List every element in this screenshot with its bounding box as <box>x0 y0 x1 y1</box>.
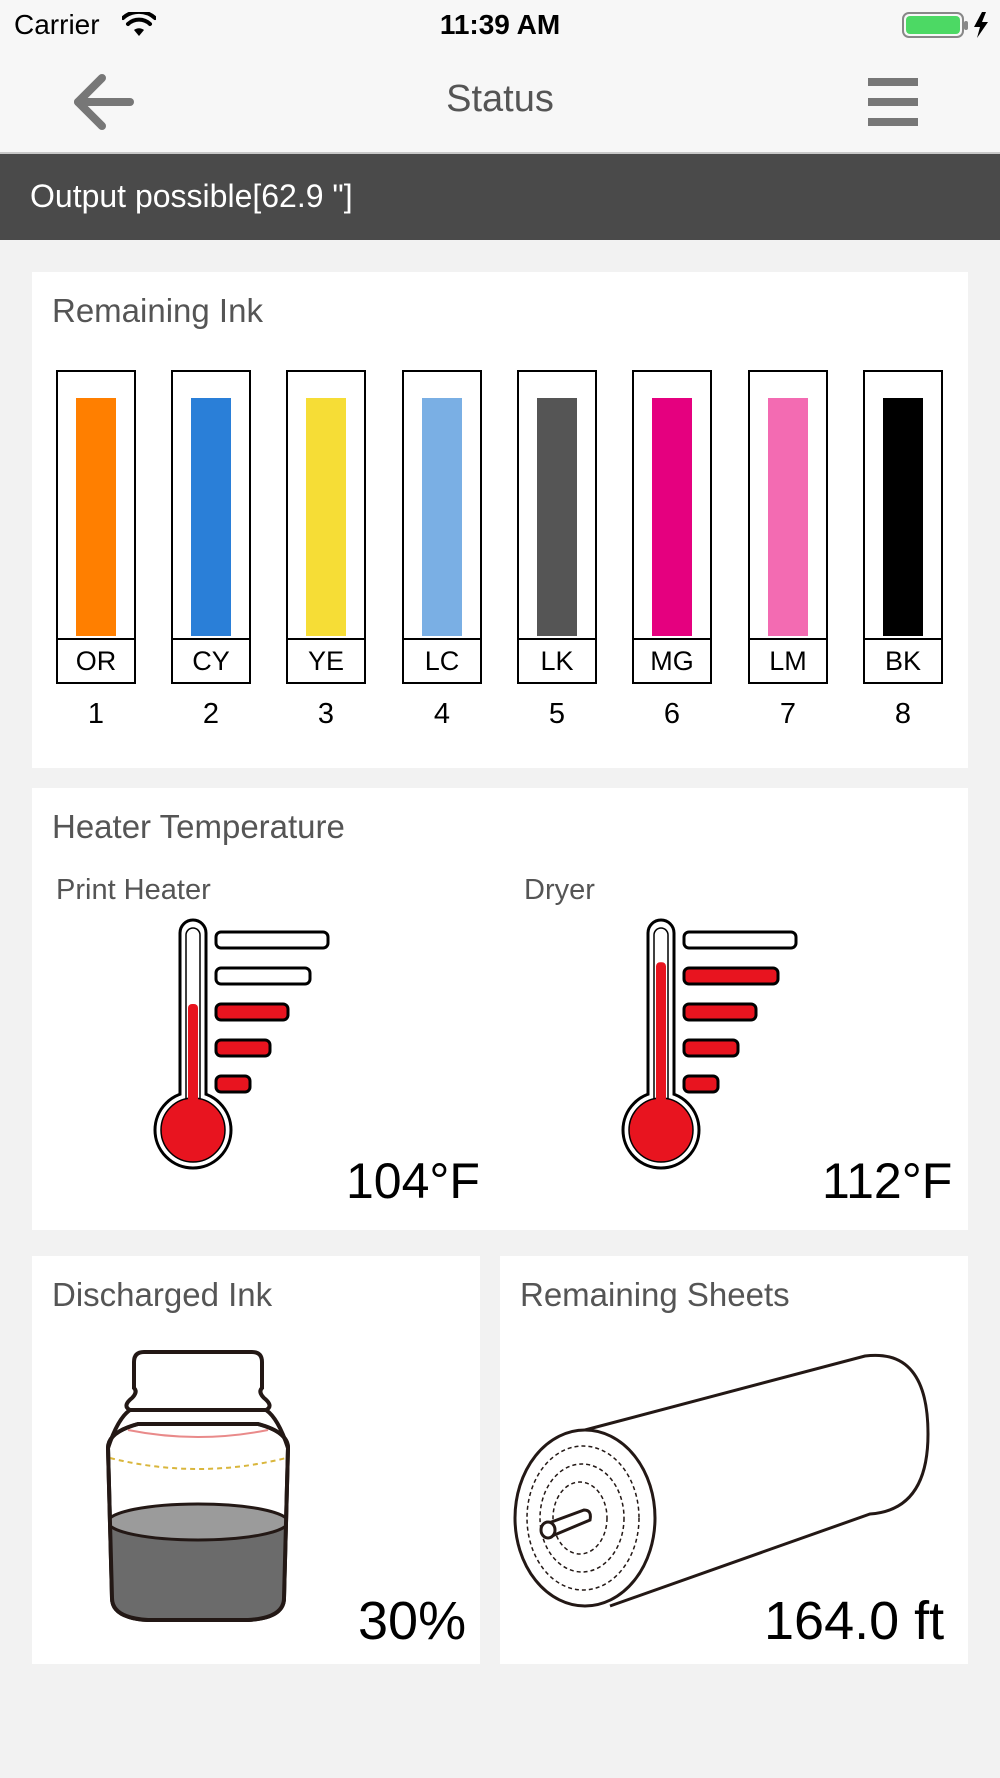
clock: 11:39 AM <box>439 9 561 40</box>
ink-slot-number: 2 <box>202 698 220 730</box>
ink-cartridge: OR 1 <box>56 370 136 731</box>
ink-level-gauge: LK <box>517 370 597 684</box>
ink-level-gauge: BK <box>863 370 943 684</box>
status-bar: Carrier 11:39 AM <box>0 0 1000 52</box>
print-heater-temperature: 104°F <box>346 1153 480 1209</box>
ink-level-gauge: YE <box>286 370 366 684</box>
remaining-ink-card: Remaining Ink OR 1 CY 2 YE 3 LC 4 LK 5 MG 6 LM 7 BK 8 <box>32 272 968 768</box>
ink-cartridge: LM 7 <box>748 370 828 731</box>
output-status-banner: Output possible[62.9 "] <box>0 154 1000 240</box>
print-heater-thermometer-icon <box>146 918 346 1183</box>
ink-level-gauge: OR <box>56 370 136 684</box>
ink-cartridge: LK 5 <box>517 370 597 731</box>
remaining-sheets-card: Remaining Sheets 164.0 ft <box>500 1256 968 1664</box>
ink-level-bar <box>191 398 231 636</box>
ink-level-bar <box>652 398 692 636</box>
heater-temperature-card: Heater Temperature Print Heater 104°F Dr… <box>32 788 968 1230</box>
remaining-ink-title: Remaining Ink <box>52 292 263 329</box>
ink-color-code: OR <box>58 638 134 682</box>
dryer-thermometer-icon <box>614 918 814 1183</box>
ink-level-gauge: CY <box>171 370 251 684</box>
ink-color-code: LC <box>404 638 480 682</box>
ink-cartridge: YE 3 <box>286 370 366 731</box>
waste-ink-bottle-icon <box>98 1348 298 1633</box>
battery-icon <box>902 10 994 45</box>
ink-color-code: MG <box>634 638 710 682</box>
ink-slot-number: 6 <box>663 698 681 730</box>
ink-slot-number: 3 <box>317 698 335 730</box>
ink-slot-number: 5 <box>548 698 566 730</box>
print-heater-label: Print Heater <box>56 874 211 906</box>
ink-level-bar <box>537 398 577 636</box>
ink-level-gauge: LM <box>748 370 828 684</box>
ink-level-gauge: MG <box>632 370 712 684</box>
ink-color-code: LK <box>519 638 595 682</box>
media-roll-icon <box>510 1352 930 1617</box>
ink-level-gauge: LC <box>402 370 482 684</box>
remaining-sheets-title: Remaining Sheets <box>520 1276 790 1313</box>
discharged-ink-value: 30% <box>358 1591 467 1651</box>
discharged-ink-title: Discharged Ink <box>52 1276 273 1313</box>
ink-level-bar <box>306 398 346 636</box>
ink-color-code: CY <box>173 638 249 682</box>
hamburger-menu-icon[interactable] <box>866 76 920 128</box>
heater-temperature-title: Heater Temperature <box>52 808 345 845</box>
remaining-sheets-value: 164.0 ft <box>764 1591 945 1651</box>
ink-cartridge: MG 6 <box>632 370 712 731</box>
ink-level-bar <box>422 398 462 636</box>
ink-cartridge: LC 4 <box>402 370 482 731</box>
dryer-temperature: 112°F <box>822 1153 953 1209</box>
ink-slot-number: 8 <box>894 698 912 730</box>
ink-level-bar <box>76 398 116 636</box>
output-status-text: Output possible[62.9 "] <box>30 178 353 214</box>
ink-level-bar <box>768 398 808 636</box>
ink-slot-number: 7 <box>779 698 797 730</box>
ink-slot-number: 4 <box>433 698 451 730</box>
dryer-label: Dryer <box>524 874 595 906</box>
ink-slot-number: 1 <box>87 698 105 730</box>
ink-level-bar <box>883 398 923 636</box>
ink-cartridge: BK 8 <box>863 370 943 731</box>
ink-cartridge: CY 2 <box>171 370 251 731</box>
discharged-ink-card: Discharged Ink 30% <box>32 1256 480 1664</box>
navigation-bar: Status <box>0 52 1000 154</box>
ink-color-code: YE <box>288 638 364 682</box>
ink-color-code: BK <box>865 638 941 682</box>
page-title: Status <box>446 78 554 120</box>
ink-color-code: LM <box>750 638 826 682</box>
